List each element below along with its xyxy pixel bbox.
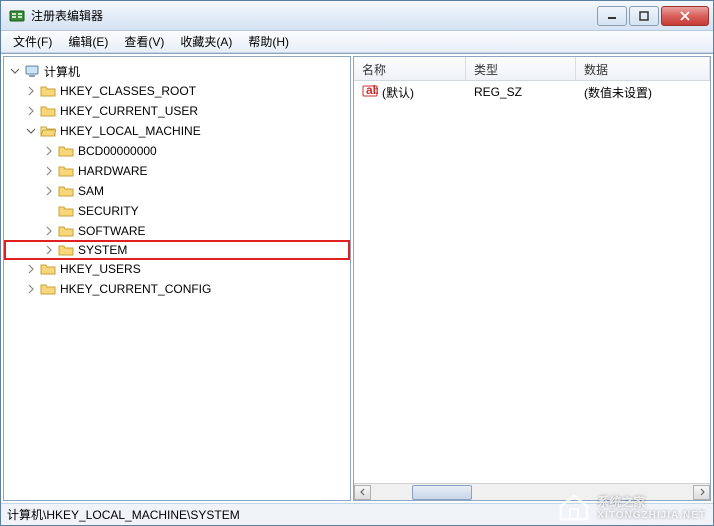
tree-node-sam[interactable]: SAM	[6, 181, 348, 201]
window-title: 注册表编辑器	[31, 7, 595, 24]
tree-label: SYSTEM	[78, 243, 127, 257]
expand-icon[interactable]	[42, 164, 56, 178]
registry-editor-window: 注册表编辑器 文件(F) 编辑(E) 查看(V) 收藏夹(A) 帮助(H) 计算…	[0, 0, 714, 526]
column-header-name[interactable]: 名称	[354, 57, 466, 80]
tree-pane[interactable]: 计算机 HKEY_CLASSES_ROOT HKEY_CURRENT_USER …	[3, 56, 351, 501]
tree-label: SOFTWARE	[78, 224, 146, 238]
cell-data: (数值未设置)	[576, 82, 710, 103]
folder-open-icon	[40, 123, 56, 139]
tree-node-computer[interactable]: 计算机	[6, 61, 348, 81]
scroll-right-button[interactable]	[693, 485, 710, 500]
menu-favorites[interactable]: 收藏夹(A)	[172, 31, 240, 52]
tree-label: HKEY_CURRENT_USER	[60, 104, 198, 118]
scroll-left-button[interactable]	[354, 485, 371, 500]
close-button[interactable]	[661, 6, 709, 26]
menu-view[interactable]: 查看(V)	[116, 31, 172, 52]
menubar: 文件(F) 编辑(E) 查看(V) 收藏夹(A) 帮助(H)	[1, 31, 713, 53]
tree-node-hkcr[interactable]: HKEY_CLASSES_ROOT	[6, 81, 348, 101]
cell-name: ab (默认)	[354, 81, 466, 104]
expand-icon[interactable]	[24, 282, 38, 296]
tree-label: SECURITY	[78, 204, 139, 218]
statusbar: 计算机\HKEY_LOCAL_MACHINE\SYSTEM	[1, 503, 713, 525]
tree-node-hardware[interactable]: HARDWARE	[6, 161, 348, 181]
folder-icon	[58, 183, 74, 199]
horizontal-scrollbar[interactable]	[354, 483, 710, 500]
scroll-thumb[interactable]	[412, 485, 472, 500]
list-body[interactable]: ab (默认) REG_SZ (数值未设置)	[354, 81, 710, 483]
string-value-icon: ab	[362, 83, 378, 102]
expand-icon[interactable]	[42, 184, 56, 198]
expand-icon[interactable]	[8, 64, 22, 78]
values-pane: 名称 类型 数据 ab (默认) REG_SZ (数值未设置)	[353, 56, 711, 501]
list-header: 名称 类型 数据	[354, 57, 710, 81]
titlebar[interactable]: 注册表编辑器	[1, 1, 713, 31]
tree-node-hkcc[interactable]: HKEY_CURRENT_CONFIG	[6, 279, 348, 299]
minimize-button[interactable]	[597, 6, 627, 26]
expand-icon[interactable]	[24, 124, 38, 138]
status-path: 计算机\HKEY_LOCAL_MACHINE\SYSTEM	[7, 506, 240, 523]
folder-icon	[40, 103, 56, 119]
list-row[interactable]: ab (默认) REG_SZ (数值未设置)	[354, 81, 710, 103]
value-name: (默认)	[382, 84, 414, 101]
expand-icon[interactable]	[24, 104, 38, 118]
menu-edit[interactable]: 编辑(E)	[60, 31, 116, 52]
tree-label: SAM	[78, 184, 104, 198]
tree-node-bcd[interactable]: BCD00000000	[6, 141, 348, 161]
menu-help[interactable]: 帮助(H)	[240, 31, 297, 52]
expand-icon[interactable]	[42, 224, 56, 238]
tree-label: 计算机	[44, 63, 80, 80]
tree-node-security[interactable]: SECURITY	[6, 201, 348, 221]
column-header-data[interactable]: 数据	[576, 57, 710, 80]
tree-node-hkcu[interactable]: HKEY_CURRENT_USER	[6, 101, 348, 121]
tree-label: HARDWARE	[78, 164, 148, 178]
tree-label: HKEY_CLASSES_ROOT	[60, 84, 196, 98]
folder-icon	[58, 223, 74, 239]
folder-icon	[58, 163, 74, 179]
tree-label: HKEY_CURRENT_CONFIG	[60, 282, 211, 296]
svg-text:ab: ab	[366, 83, 378, 97]
tree-node-software[interactable]: SOFTWARE	[6, 221, 348, 241]
expand-icon[interactable]	[24, 262, 38, 276]
menu-file[interactable]: 文件(F)	[5, 31, 60, 52]
tree-label: HKEY_USERS	[60, 262, 141, 276]
tree-node-hku[interactable]: HKEY_USERS	[6, 259, 348, 279]
tree-label: HKEY_LOCAL_MACHINE	[60, 124, 201, 138]
content-area: 计算机 HKEY_CLASSES_ROOT HKEY_CURRENT_USER …	[1, 53, 713, 503]
folder-icon	[58, 203, 74, 219]
maximize-button[interactable]	[629, 6, 659, 26]
app-icon	[9, 8, 25, 24]
folder-icon	[40, 281, 56, 297]
folder-icon	[40, 261, 56, 277]
expand-icon[interactable]	[24, 84, 38, 98]
tree-node-system[interactable]: SYSTEM	[4, 240, 350, 260]
folder-icon	[58, 242, 74, 258]
folder-icon	[58, 143, 74, 159]
column-header-type[interactable]: 类型	[466, 57, 576, 80]
computer-icon	[24, 63, 40, 79]
window-controls	[595, 6, 709, 26]
cell-type: REG_SZ	[466, 83, 576, 101]
expand-icon[interactable]	[42, 144, 56, 158]
expand-icon[interactable]	[42, 243, 56, 257]
folder-icon	[40, 83, 56, 99]
tree-label: BCD00000000	[78, 144, 157, 158]
tree-node-hklm[interactable]: HKEY_LOCAL_MACHINE	[6, 121, 348, 141]
